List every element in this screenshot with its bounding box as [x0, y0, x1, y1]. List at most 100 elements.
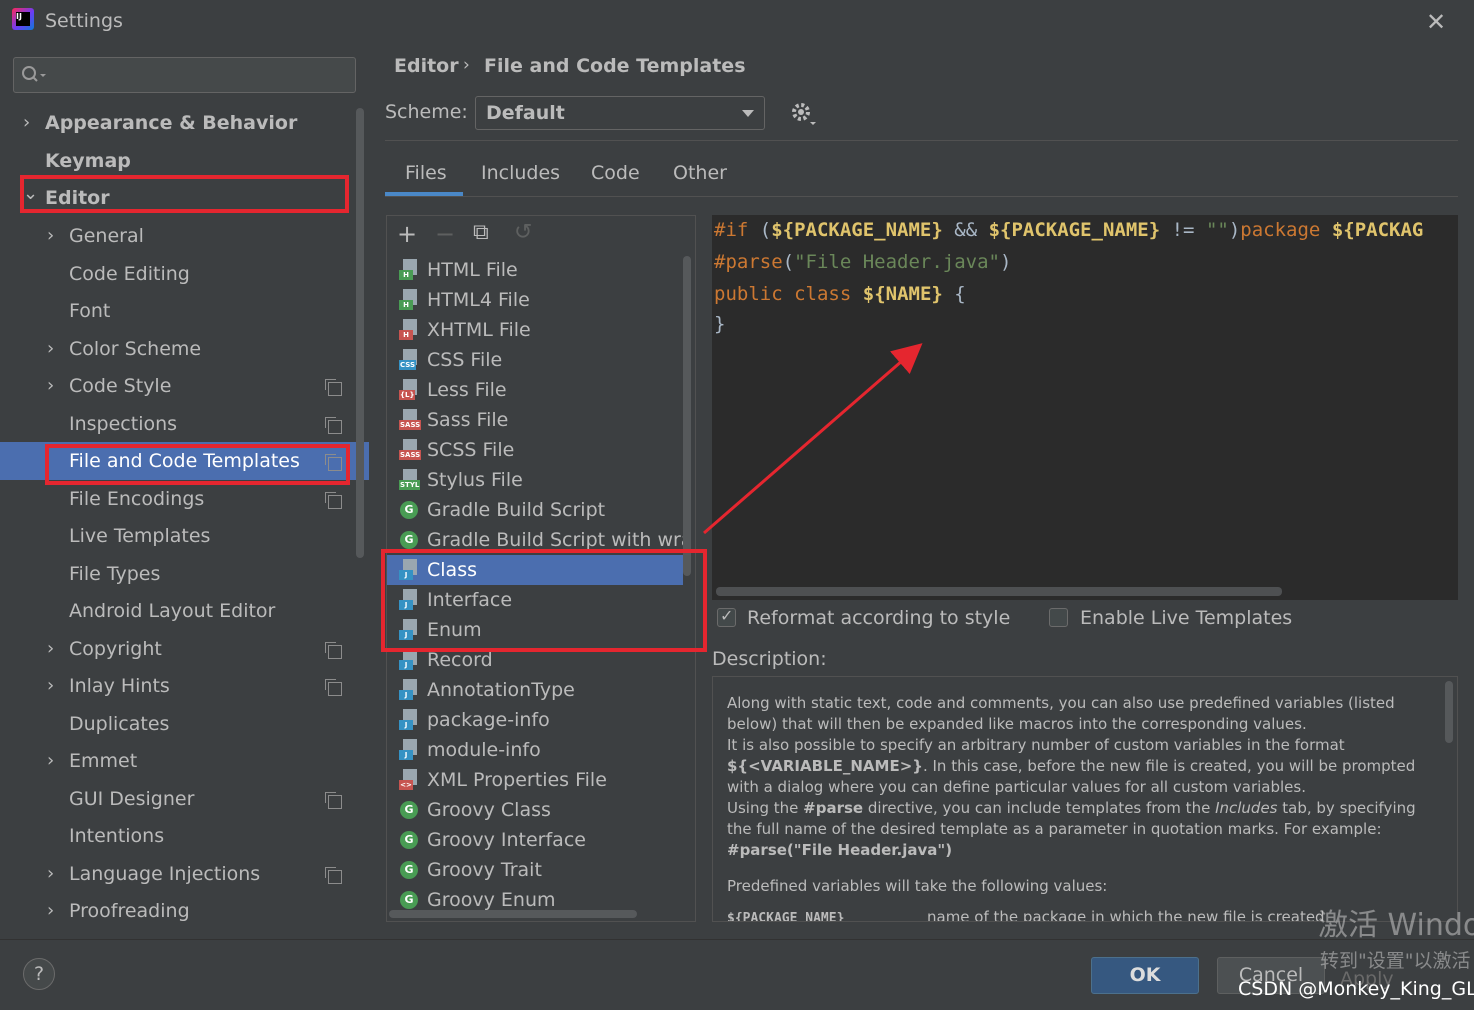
template-item-label: package-info	[427, 709, 550, 731]
sidebar-item-intentions[interactable]: Intentions	[69, 818, 164, 854]
chevron-right-icon[interactable]: ›	[23, 112, 30, 133]
project-scope-icon	[325, 492, 342, 509]
sidebar-item-file-types[interactable]: File Types	[69, 556, 160, 592]
template-item-stylus-file[interactable]: STYL Stylus File	[387, 465, 683, 495]
sidebar-item-proofreading[interactable]: Proofreading	[69, 893, 190, 929]
tab-other[interactable]: Other	[673, 162, 727, 184]
sidebar-item-font[interactable]: Font	[69, 293, 110, 329]
gradle-groovy-icon: G	[399, 829, 419, 851]
template-item-groovy-trait[interactable]: G Groovy Trait	[387, 855, 683, 885]
add-icon[interactable]: +	[397, 220, 417, 248]
template-item-label: Groovy Trait	[427, 859, 542, 881]
template-item-groovy-interface[interactable]: G Groovy Interface	[387, 825, 683, 855]
template-item-scss-file[interactable]: SASS SCSS File	[387, 435, 683, 465]
reformat-label[interactable]: Reformat according to style	[747, 607, 1010, 629]
chevron-right-icon[interactable]: ›	[47, 750, 54, 771]
ok-button[interactable]: OK	[1091, 957, 1199, 994]
project-scope-icon	[325, 679, 342, 696]
template-item-html4-file[interactable]: H HTML4 File	[387, 285, 683, 315]
code-token: &&	[942, 219, 989, 241]
reset-icon[interactable]: ↺	[514, 220, 532, 245]
live-templates-label[interactable]: Enable Live Templates	[1080, 607, 1292, 629]
sidebar-scrollbar[interactable]	[356, 108, 364, 558]
breadcrumb-editor[interactable]: Editor	[394, 55, 459, 77]
template-item-label: Groovy Class	[427, 799, 551, 821]
help-button[interactable]: ?	[23, 958, 55, 990]
sidebar-item-keymap[interactable]: Keymap	[45, 143, 131, 179]
template-item-module-info[interactable]: Jmodule-info	[387, 735, 683, 765]
sidebar-item-code-style[interactable]: Code Style	[69, 368, 171, 404]
sidebar-item-general[interactable]: General	[69, 218, 144, 254]
code-token: !=	[1160, 219, 1206, 241]
file-type-badge: SASS	[399, 450, 422, 460]
template-item-label: module-info	[427, 739, 541, 761]
template-item-annotationtype[interactable]: J AnnotationType	[387, 675, 683, 705]
sidebar-item-inlay-hints[interactable]: Inlay Hints	[69, 668, 170, 704]
template-item-xml-properties-file[interactable]: <> XML Properties File	[387, 765, 683, 795]
template-item-html-file[interactable]: H HTML File	[387, 255, 683, 285]
template-item-gradle-build-script[interactable]: G Gradle Build Script	[387, 495, 683, 525]
template-item-xhtml-file[interactable]: H XHTML File	[387, 315, 683, 345]
remove-icon[interactable]: −	[435, 220, 455, 248]
tab-files[interactable]: Files	[405, 162, 447, 184]
editor-horizontal-scrollbar[interactable]	[716, 587, 1282, 596]
gradle-groovy-icon: G	[399, 529, 419, 551]
live-templates-checkbox[interactable]	[1049, 608, 1068, 627]
sidebar-item-appearance-behavior[interactable]: Appearance & Behavior	[45, 105, 297, 141]
project-scope-icon	[325, 792, 342, 809]
scheme-dropdown[interactable]: Default	[475, 96, 765, 130]
close-icon[interactable]: ✕	[1426, 8, 1446, 36]
template-item-label: Less File	[427, 379, 507, 401]
code-token: (	[748, 219, 772, 241]
chevron-right-icon[interactable]: ›	[47, 375, 54, 396]
sidebar-item-live-templates[interactable]: Live Templates	[69, 518, 210, 554]
desc-code: #parse	[803, 799, 864, 817]
sidebar-item-android-layout-editor[interactable]: Android Layout Editor	[69, 593, 275, 629]
sidebar-item-gui-designer[interactable]: GUI Designer	[69, 781, 194, 817]
chevron-right-icon[interactable]: ›	[47, 338, 54, 359]
desc-variable-desc: name of the package in which the new fil…	[927, 908, 1325, 922]
template-item-css-file[interactable]: CSS CSS File	[387, 345, 683, 375]
template-item-groovy-class[interactable]: G Groovy Class	[387, 795, 683, 825]
sidebar-item-copyright[interactable]: Copyright	[69, 631, 162, 667]
description-label: Description:	[712, 648, 827, 670]
template-code-editor[interactable]: #if (${PACKAGE_NAME} && ${PACKAGE_NAME} …	[712, 215, 1458, 600]
tab-includes[interactable]: Includes	[481, 162, 560, 184]
chevron-right-icon[interactable]: ›	[47, 900, 54, 921]
credit-watermark: CSDN @Monkey_King_GL	[1238, 978, 1474, 1000]
chevron-right-icon[interactable]: ›	[47, 225, 54, 246]
gradle-groovy-icon: G	[399, 499, 419, 521]
template-item-less-file[interactable]: {L} Less File	[387, 375, 683, 405]
template-item-sass-file[interactable]: SASS Sass File	[387, 405, 683, 435]
copy-template-icon[interactable]: ⧉	[473, 220, 489, 245]
chevron-right-icon[interactable]: ›	[47, 638, 54, 659]
sidebar-item-duplicates[interactable]: Duplicates	[69, 706, 169, 742]
settings-search-input[interactable]	[13, 57, 356, 93]
list-horizontal-scrollbar[interactable]	[389, 910, 637, 918]
description-scrollbar[interactable]	[1445, 681, 1453, 743]
search-icon	[22, 66, 46, 82]
activation-watermark-sub: 转到"设置"以激活	[1320, 950, 1471, 972]
chevron-right-icon[interactable]: ›	[47, 863, 54, 884]
sidebar-item-color-scheme[interactable]: Color Scheme	[69, 331, 201, 367]
gear-icon[interactable]	[790, 100, 816, 135]
sidebar-item-inspections[interactable]: Inspections	[69, 406, 177, 442]
sidebar-item-language-injections[interactable]: Language Injections	[69, 856, 260, 892]
file-type-icon: J	[399, 709, 419, 731]
file-type-icon: H	[399, 319, 419, 341]
scheme-value: Default	[486, 102, 565, 124]
sidebar-item-code-editing[interactable]: Code Editing	[69, 256, 190, 292]
template-item-package-info[interactable]: Jpackage-info	[387, 705, 683, 735]
footer-divider	[0, 939, 1474, 940]
code-token: package	[1240, 219, 1321, 241]
tab-code[interactable]: Code	[591, 162, 640, 184]
template-item-label: CSS File	[427, 349, 503, 371]
chevron-down-icon	[742, 110, 754, 117]
chevron-right-icon[interactable]: ›	[47, 675, 54, 696]
sidebar-item-emmet[interactable]: Emmet	[69, 743, 137, 779]
list-vertical-scrollbar[interactable]	[683, 256, 691, 576]
code-line-1: #if (${PACKAGE_NAME} && ${PACKAGE_NAME} …	[714, 219, 1423, 241]
sidebar-item-file-encodings[interactable]: File Encodings	[69, 481, 204, 517]
reformat-checkbox[interactable]	[717, 606, 736, 627]
